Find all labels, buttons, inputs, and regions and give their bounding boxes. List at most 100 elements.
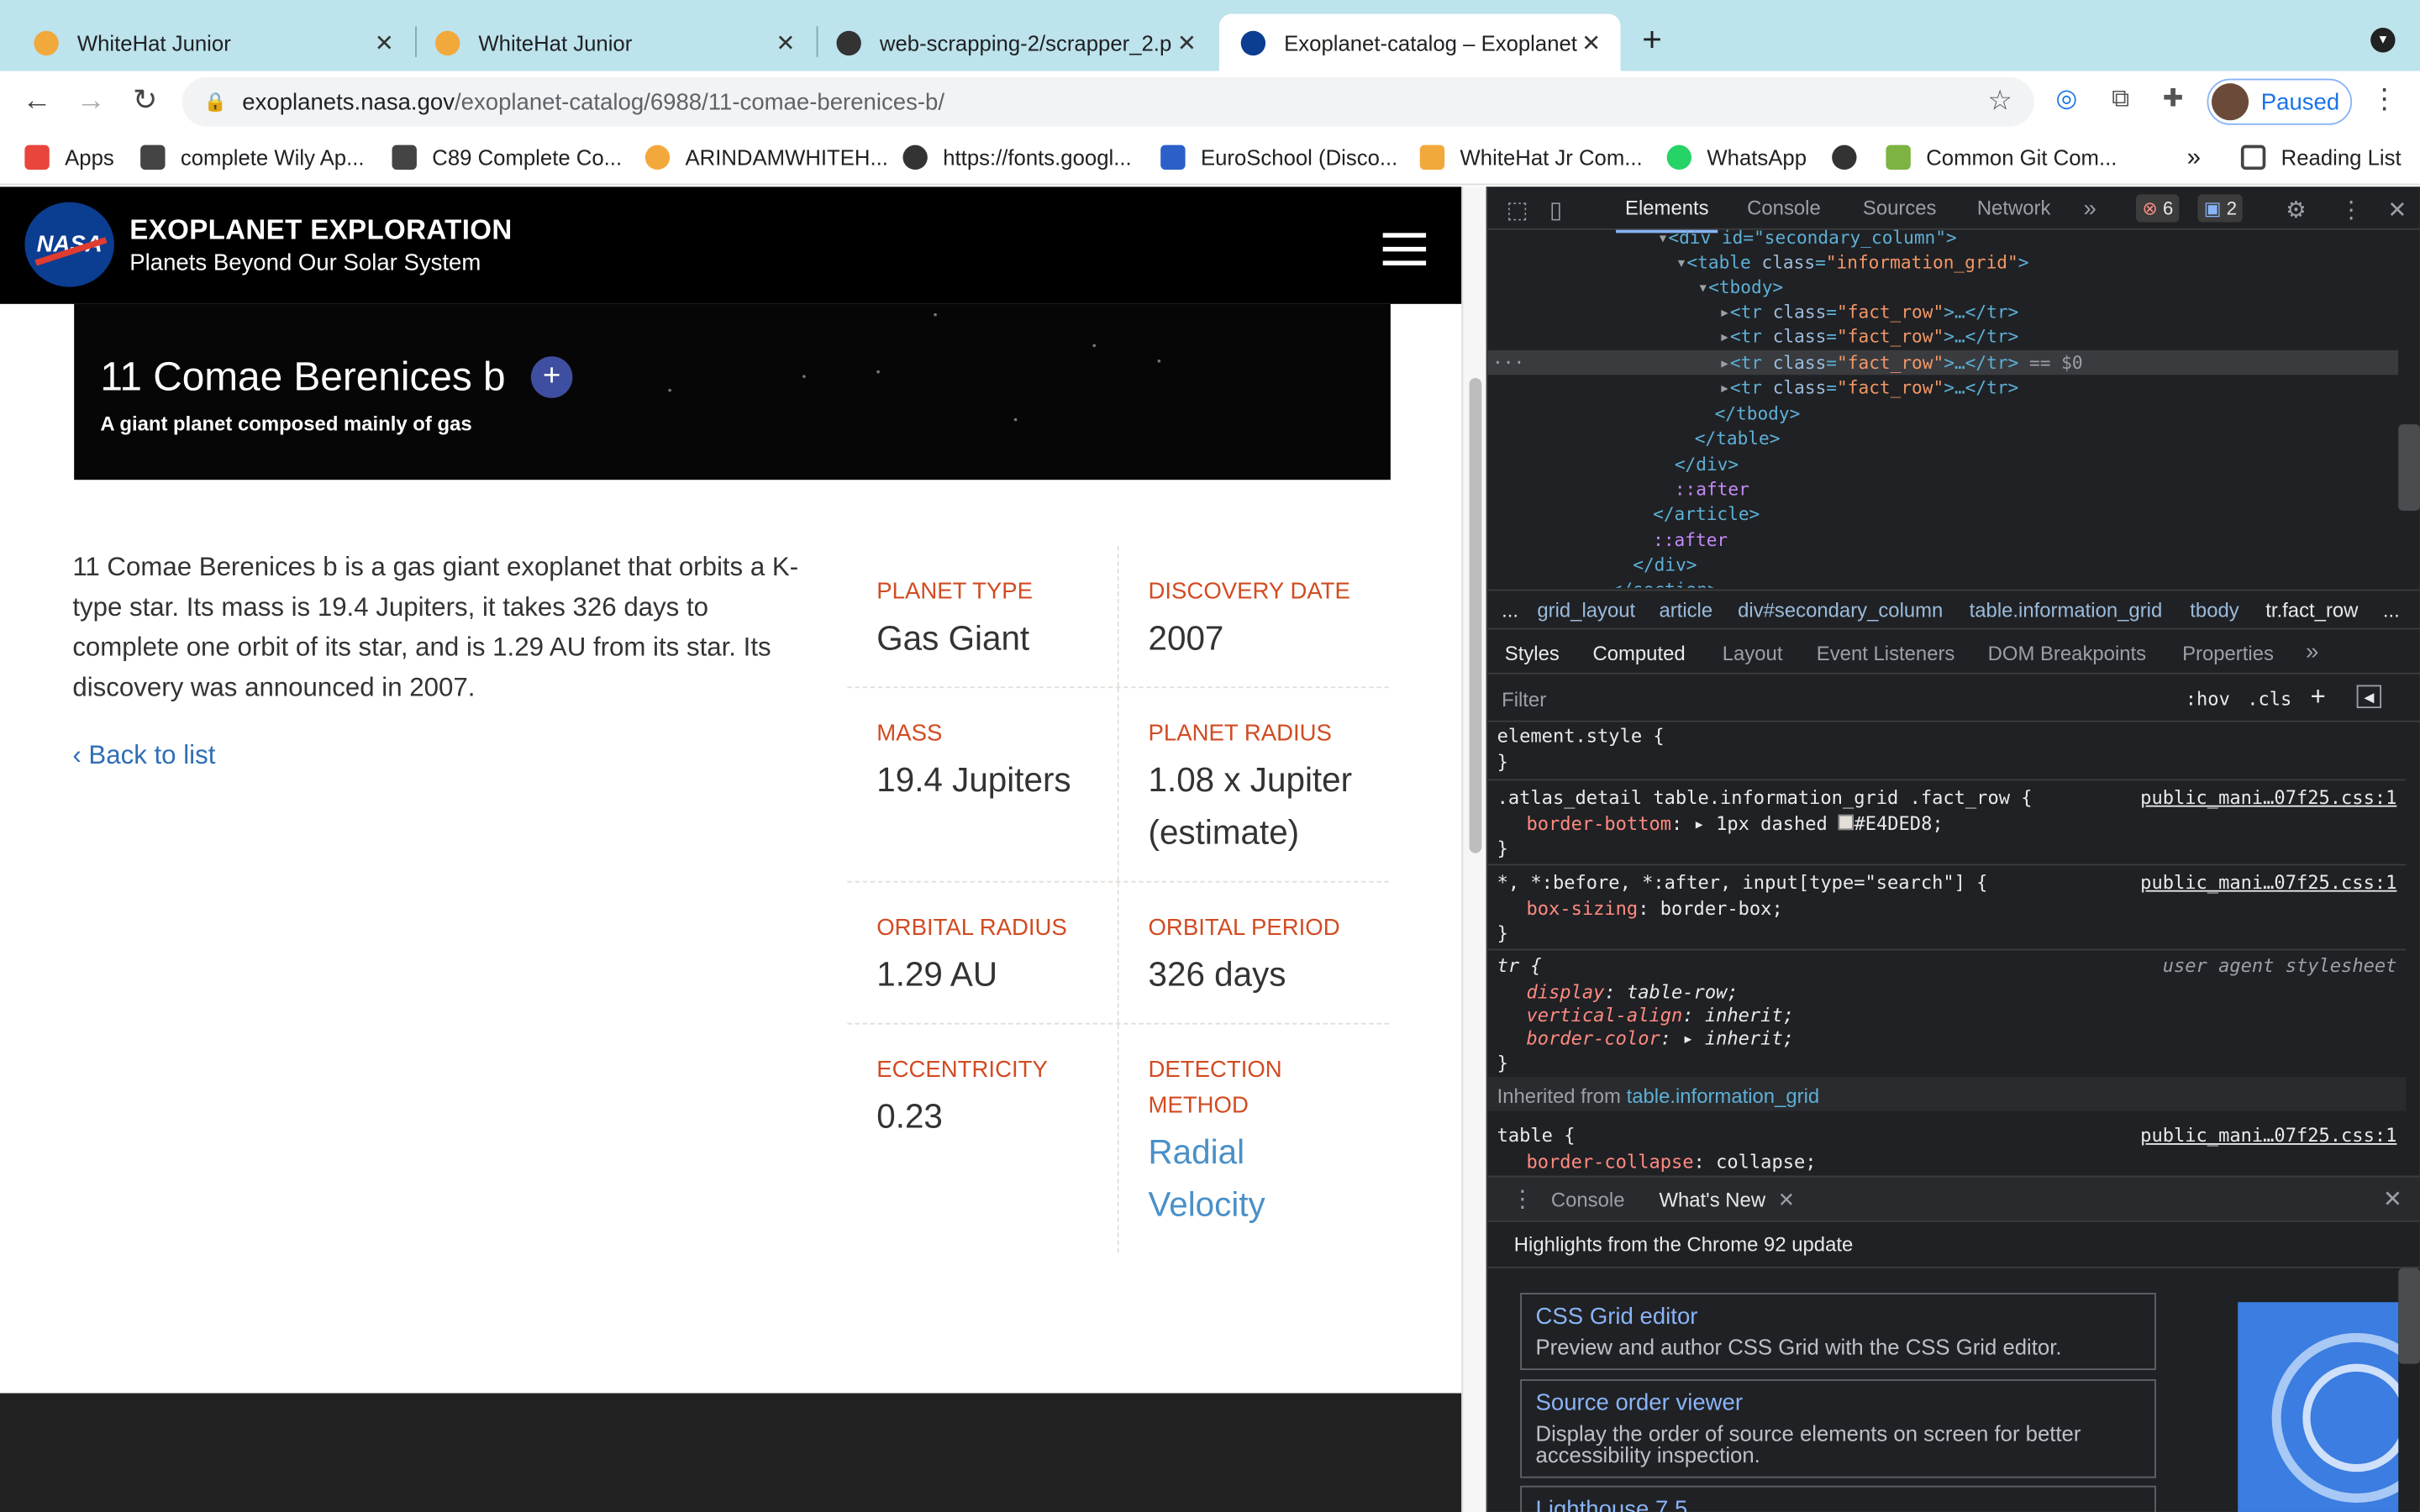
rule-selector[interactable]: table { (1497, 1123, 1576, 1147)
nasa-logo[interactable]: NASA (24, 202, 114, 287)
dom-node[interactable]: ▸<tr class="fact_row">…</tr> (1488, 324, 2399, 349)
rule-source-link[interactable]: public_mani…07f25.css:1 (2140, 1123, 2396, 1147)
cls-toggle[interactable]: .cls (2247, 688, 2291, 710)
card-title[interactable]: Source order viewer (1536, 1389, 2141, 1418)
dom-node[interactable]: </div> (1488, 553, 2399, 577)
close-tab-icon[interactable]: ✕ (1577, 29, 1605, 56)
tab-layout[interactable]: Layout (1723, 642, 1783, 665)
close-devtools-icon[interactable]: ✕ (2387, 196, 2407, 223)
rule-declaration[interactable]: border-color: ▸ inherit; (1526, 1026, 1793, 1050)
bookmark-item[interactable]: Common Git Com... (1886, 144, 2117, 171)
tab-elements[interactable]: Elements (1615, 196, 1719, 234)
dom-node[interactable]: ▸<tr class="fact_row">…</tr> (1488, 375, 2399, 399)
browser-tab[interactable]: WhiteHat Junior ✕ (0, 14, 413, 71)
card-title[interactable]: Lighthouse 7.5 (1536, 1495, 2141, 1512)
close-tab-icon[interactable]: ✕ (1173, 29, 1201, 56)
browser-tab[interactable]: web-scrapping-2/scrapper_2.p ✕ (818, 14, 1216, 71)
drawer-tab-whats-new[interactable]: What's New (1659, 1188, 1765, 1211)
message-count-badge[interactable]: ▣ 2 (2197, 194, 2244, 223)
rule-declaration[interactable]: border-bottom: ▸ 1px dashed #E4DED8; (1526, 811, 1943, 836)
hamburger-menu-icon[interactable] (1382, 233, 1427, 266)
close-drawer-icon[interactable]: ✕ (2383, 1185, 2402, 1212)
add-to-favorites-button[interactable]: + (530, 356, 573, 398)
address-bar[interactable]: 🔒 exoplanets.nasa.gov/exoplanet-catalog/… (182, 76, 2034, 127)
bookmark-item[interactable]: C89 Complete Co... (392, 144, 622, 171)
back-to-list-link[interactable]: ‹ Back to list (72, 741, 215, 772)
hov-toggle[interactable]: :hov (2186, 688, 2230, 710)
whats-new-card[interactable]: CSS Grid editor Preview and author CSS G… (1520, 1293, 2156, 1370)
rule-source-link[interactable]: public_mani…07f25.css:1 (2140, 785, 2396, 810)
dom-node[interactable]: ▸<tr class="fact_row">…</tr> (1488, 299, 2399, 323)
breadcrumb-item[interactable]: div#secondary_column (1738, 599, 1943, 622)
close-tab-icon[interactable]: ✕ (771, 29, 799, 56)
bookmark-item[interactable]: complete Wily Ap... (140, 144, 365, 171)
bookmark-item[interactable]: WhiteHat Jr Com... (1419, 144, 1643, 171)
bookmark-item[interactable]: https://fonts.googl... (902, 144, 1132, 171)
bookmark-item[interactable]: ARINDAMWHITEH... (644, 144, 888, 171)
breadcrumb-item[interactable]: article (1659, 599, 1712, 622)
dom-node[interactable]: </section> (1488, 577, 2399, 588)
site-title[interactable]: EXOPLANET EXPLORATION (129, 214, 512, 247)
filter-input[interactable]: Filter (1502, 688, 1546, 711)
close-drawer-tab-icon[interactable]: ✕ (1778, 1188, 1795, 1212)
rule-selector[interactable]: .atlas_detail table.information_grid .fa… (1497, 785, 2033, 810)
close-tab-icon[interactable]: ✕ (371, 29, 398, 56)
rule-selector[interactable]: element.style { (1497, 723, 1665, 748)
breadcrumb-overflow[interactable]: ... (1502, 599, 1518, 622)
forward-arrow-icon[interactable]: → (72, 83, 109, 120)
rule-source-link[interactable]: public_mani…07f25.css:1 (2140, 870, 2396, 895)
browser-tab-active[interactable]: Exoplanet-catalog – Exoplanet ✕ (1218, 13, 1621, 71)
more-tabs-button[interactable]: » (2084, 196, 2096, 222)
more-subtabs-button[interactable]: » (2306, 638, 2318, 664)
new-rule-button[interactable]: + (2311, 682, 2326, 713)
scrollbar-thumb[interactable] (1469, 377, 1482, 853)
drawer-scrollbar-thumb[interactable] (2398, 1268, 2420, 1364)
rule-declaration[interactable]: vertical-align: inherit; (1526, 1003, 1793, 1027)
reload-icon[interactable]: ↻ (127, 83, 164, 120)
tab-network[interactable]: Network (1977, 196, 2051, 219)
rule-declaration[interactable]: display: table-row; (1526, 979, 1738, 1004)
tab-search-icon[interactable]: ▼ (2370, 28, 2396, 53)
inherited-from-link[interactable]: table.information_grid (1627, 1084, 1820, 1108)
dom-node[interactable]: ▾<div id="secondary_column"> (1488, 230, 2399, 250)
whats-new-card[interactable]: Lighthouse 7.5 (1520, 1485, 2156, 1512)
dom-node[interactable]: </tbody> (1488, 402, 2399, 426)
tab-properties[interactable]: Properties (2182, 642, 2274, 665)
detection-method-link[interactable]: Radial Velocity (1149, 1126, 1342, 1231)
dom-node[interactable]: </div> (1488, 452, 2399, 476)
tab-styles[interactable]: Styles (1505, 642, 1560, 665)
tab-console[interactable]: Console (1747, 196, 1821, 219)
tab-dom-breakpoints[interactable]: DOM Breakpoints (1988, 642, 2146, 665)
dom-node[interactable]: </article> (1488, 501, 2399, 526)
new-tab-button[interactable]: + (1642, 21, 1662, 59)
color-swatch[interactable] (1839, 814, 1854, 831)
breadcrumb-item[interactable]: grid_layout (1537, 599, 1635, 622)
screen-capture-icon[interactable]: ⧉ (2103, 83, 2137, 117)
inspect-element-icon[interactable]: ⬚ (1507, 196, 1528, 223)
card-title[interactable]: CSS Grid editor (1536, 1302, 2141, 1331)
whats-new-card[interactable]: Source order viewer Display the order of… (1520, 1379, 2156, 1478)
bookmark-item[interactable] (1832, 144, 1872, 171)
rule-declaration[interactable]: border-collapse: collapse; (1526, 1149, 1816, 1173)
extensions-puzzle-icon[interactable]: ✚ (2156, 83, 2190, 117)
bookmark-apps[interactable]: Apps (24, 144, 114, 171)
browser-tab[interactable]: WhiteHat Junior ✕ (417, 14, 815, 71)
bookmark-star-icon[interactable]: ☆ (1987, 85, 2012, 118)
rule-selector[interactable]: *, *:before, *:after, input[type="search… (1497, 870, 1988, 895)
dom-node[interactable]: ▾<table class="information_grid"> (1488, 250, 2399, 275)
error-count-badge[interactable]: ⊗ 6 (2135, 194, 2180, 223)
rule-declaration[interactable]: box-sizing: border-box; (1526, 896, 1782, 921)
settings-gear-icon[interactable]: ⚙ (2286, 196, 2307, 223)
bookmark-item[interactable]: EuroSchool (Disco... (1160, 144, 1397, 171)
toggle-sidebar-icon[interactable]: ◂ (2356, 685, 2382, 709)
tab-computed[interactable]: Computed (1592, 642, 1685, 665)
breadcrumb-item[interactable]: table.information_grid (1970, 599, 2163, 622)
drawer-menu-icon[interactable]: ⋮ (1511, 1185, 1534, 1212)
breadcrumb-item-current[interactable]: tr.fact_row (2265, 599, 2358, 622)
rule-selector[interactable]: tr { (1497, 953, 1542, 978)
dom-node[interactable]: </table> (1488, 426, 2399, 450)
reading-list-button[interactable]: Reading List (2240, 144, 2402, 171)
bookmark-item[interactable]: WhatsApp (1666, 144, 1807, 171)
tab-sources[interactable]: Sources (1863, 196, 1937, 219)
dom-node[interactable]: ::after (1488, 477, 2399, 501)
